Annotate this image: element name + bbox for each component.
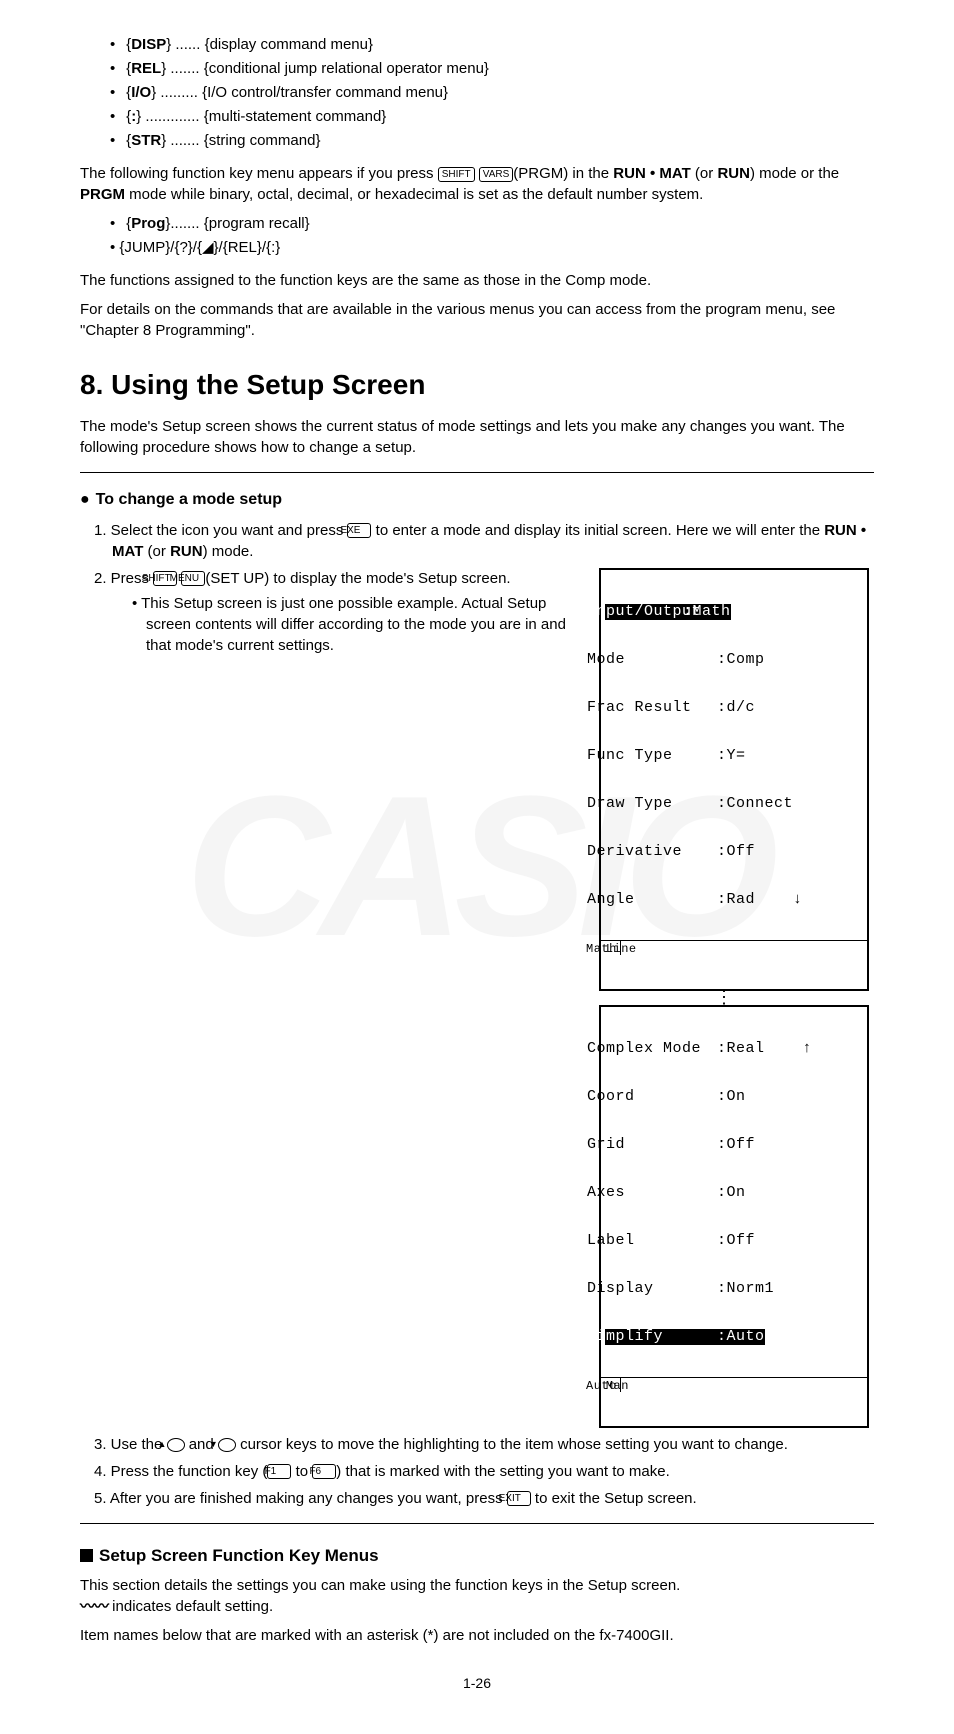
page-number: 1-26: [80, 1674, 874, 1694]
menu-item: • {STR} ....... {string command}: [110, 130, 874, 151]
f1-key-icon: F1: [267, 1464, 291, 1479]
menu-item: • {I/O} ......... {I/O control/transfer …: [110, 82, 874, 103]
steps-list: 1. Select the icon you want and press EX…: [80, 520, 874, 1509]
sub-heading: Setup Screen Function Key Menus: [80, 1544, 874, 1568]
menu-item: • {JUMP}/{?}/{◢}/{REL}/{:}: [110, 237, 874, 258]
note: • This Setup screen is just one possible…: [132, 593, 576, 656]
paragraph: This section details the settings you ca…: [80, 1575, 874, 1617]
step-item: 3. Use the ▲ and ▼ cursor keys to move t…: [94, 1434, 874, 1455]
square-bullet-icon: [80, 1549, 93, 1562]
separator: [80, 1523, 874, 1524]
ellipsis-icon: ⋮: [733, 993, 735, 1001]
menu-item: • {Prog}....... {program recall}: [110, 213, 874, 234]
step-item: 4. Press the function key (F1 to F6) tha…: [94, 1461, 874, 1482]
menu-item: • {:} ............. {multi-statement com…: [110, 106, 874, 127]
step-item: 2. Press SHIFT MENU(SET UP) to display t…: [94, 568, 874, 1428]
exe-key-icon: EXE: [347, 523, 371, 538]
command-menu-list: • {DISP} ...... {display command menu} •…: [80, 34, 874, 151]
paragraph: For details on the commands that are ava…: [80, 299, 874, 341]
exit-key-icon: EXIT: [507, 1491, 531, 1506]
f6-key-icon: F6: [312, 1464, 336, 1479]
section-heading: 8. Using the Setup Screen: [80, 365, 874, 404]
paragraph: The following function key menu appears …: [80, 163, 874, 205]
setup-screens: Input/Output:Math Mode:Comp Frac Result:…: [594, 568, 874, 1428]
sub-heading: ●To change a mode setup: [80, 489, 874, 511]
paragraph: The functions assigned to the function k…: [80, 270, 874, 291]
lcd-screen-1: Input/Output:Math Mode:Comp Frac Result:…: [599, 568, 869, 991]
step-item: 5. After you are finished making any cha…: [94, 1488, 874, 1509]
prog-menu-list: • {Prog}....... {program recall} • {JUMP…: [80, 213, 874, 258]
vars-key-icon: VARS: [479, 167, 514, 182]
cursor-up-icon: ▲: [167, 1438, 185, 1452]
paragraph: Item names below that are marked with an…: [80, 1625, 874, 1646]
wavy-underline-icon: 〰〰: [80, 1596, 108, 1617]
step-item: 1. Select the icon you want and press EX…: [94, 520, 874, 562]
menu-key-icon: MENU: [181, 571, 205, 586]
lcd-screen-2: Complex Mode:Real ↑ Coord:On Grid:Off Ax…: [599, 1005, 869, 1428]
paragraph: The mode's Setup screen shows the curren…: [80, 416, 874, 458]
menu-item: • {DISP} ...... {display command menu}: [110, 34, 874, 55]
separator: [80, 472, 874, 473]
cursor-down-icon: ▼: [218, 1438, 236, 1452]
menu-item: • {REL} ....... {conditional jump relati…: [110, 58, 874, 79]
shift-key-icon: SHIFT: [438, 167, 475, 182]
